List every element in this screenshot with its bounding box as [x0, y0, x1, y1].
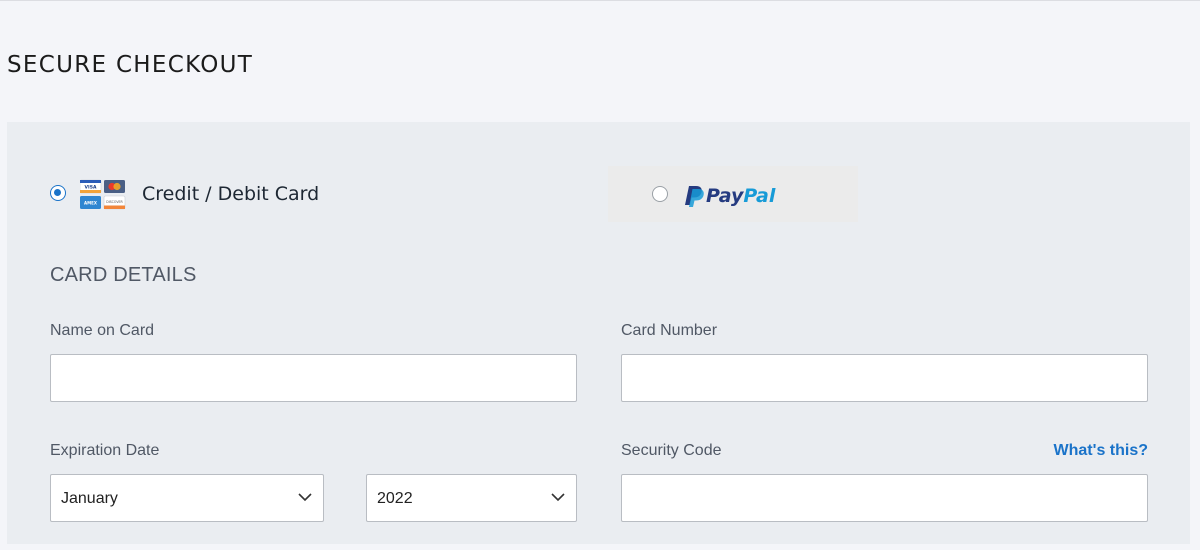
payment-option-paypal[interactable]: PayPal	[608, 166, 858, 222]
chevron-down-icon	[551, 493, 565, 502]
card-option-label: Credit / Debit Card	[142, 183, 320, 205]
whats-this-link[interactable]: What's this?	[1054, 442, 1148, 460]
security-code-label: Security Code	[621, 442, 722, 459]
expiration-month-value: January	[61, 490, 118, 507]
card-radio-button[interactable]	[50, 185, 66, 201]
paypal-radio-button[interactable]	[652, 186, 668, 202]
name-on-card-input[interactable]	[50, 354, 577, 402]
checkout-panel: VISA AMEX DISCOVER Credit / Debit Card P…	[7, 122, 1190, 544]
svg-text:VISA: VISA	[85, 185, 97, 191]
payment-option-card[interactable]: VISA AMEX DISCOVER Credit / Debit Card	[50, 178, 350, 212]
svg-text:PayPal: PayPal	[706, 185, 776, 207]
svg-text:AMEX: AMEX	[84, 201, 97, 206]
expiration-date-label: Expiration Date	[50, 442, 160, 459]
card-number-input[interactable]	[621, 354, 1148, 402]
top-border	[0, 0, 1200, 1]
svg-text:DISCOVER: DISCOVER	[106, 200, 123, 204]
name-on-card-label: Name on Card	[50, 322, 155, 339]
credit-card-brands-icon: VISA AMEX DISCOVER	[80, 179, 126, 210]
page-title: SECURE CHECKOUT	[7, 52, 254, 78]
expiration-year-select[interactable]: 2022	[366, 474, 577, 522]
card-number-label: Card Number	[621, 322, 718, 339]
bottom-strip	[0, 544, 1200, 550]
security-code-input[interactable]	[621, 474, 1148, 522]
card-details-title: CARD DETAILS	[50, 264, 197, 286]
chevron-down-icon	[298, 493, 312, 502]
expiration-month-select[interactable]: January	[50, 474, 324, 522]
paypal-logo: PayPal	[685, 185, 776, 207]
expiration-year-value: 2022	[377, 490, 413, 507]
